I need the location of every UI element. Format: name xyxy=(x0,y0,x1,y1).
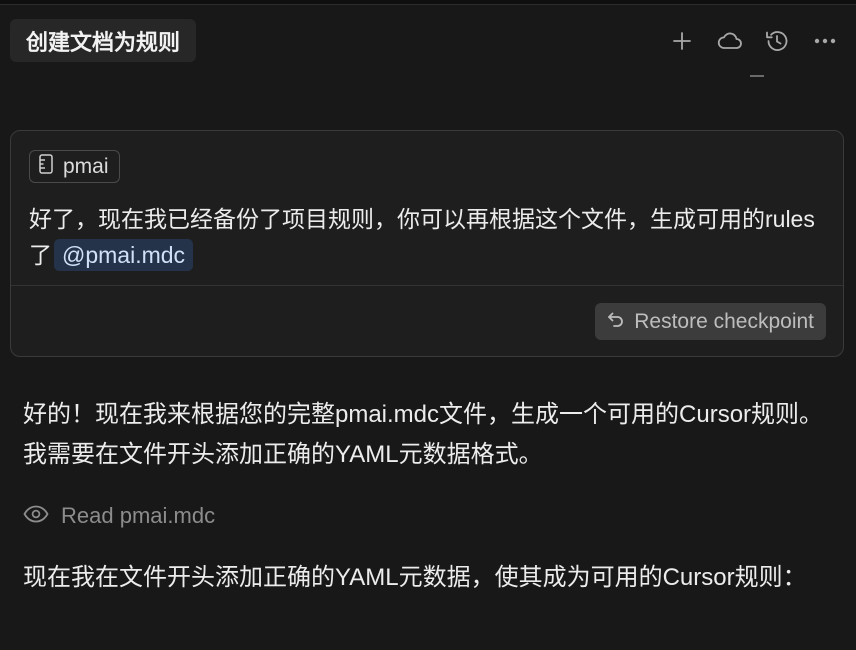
chat-header: 创建文档为规则 xyxy=(0,5,856,75)
assistant-paragraph-1: 好的！现在我来根据您的完整pmai.mdc文件，生成一个可用的Cursor规则。… xyxy=(23,401,824,468)
undo-icon xyxy=(605,309,625,335)
more-icon[interactable] xyxy=(811,27,839,55)
new-chat-icon[interactable] xyxy=(668,27,696,55)
assistant-paragraph-2: 现在我在文件开头添加正确的YAML元数据，使其成为可用的Cursor规则： xyxy=(23,564,807,591)
user-message-card[interactable]: pmai 好了，现在我已经备份了项目规则，你可以再根据这个文件，生成可用的rul… xyxy=(10,130,844,357)
eye-icon xyxy=(23,503,49,529)
chat-title: 创建文档为规则 xyxy=(26,29,181,55)
tool-read-label: Read pmai.mdc xyxy=(61,503,216,528)
chat-title-tab[interactable]: 创建文档为规则 xyxy=(10,19,197,62)
tool-read-row[interactable]: Read pmai.mdc xyxy=(23,498,215,534)
restore-checkpoint-label: Restore checkpoint xyxy=(634,309,814,333)
context-chip[interactable]: pmai xyxy=(29,150,120,183)
file-mention[interactable]: @pmai.mdc xyxy=(54,239,194,271)
restore-checkpoint-button[interactable]: Restore checkpoint xyxy=(595,303,826,340)
cloud-icon[interactable] xyxy=(716,27,744,55)
context-chip-label: pmai xyxy=(63,154,109,178)
ruler-icon xyxy=(39,153,53,180)
user-message-text: 好了，现在我已经备份了项目规则，你可以再根据这个文件，生成可用的rules了 @p… xyxy=(29,201,819,273)
scroll-indicator xyxy=(750,75,764,77)
card-divider xyxy=(11,285,843,286)
history-icon[interactable] xyxy=(763,27,791,55)
